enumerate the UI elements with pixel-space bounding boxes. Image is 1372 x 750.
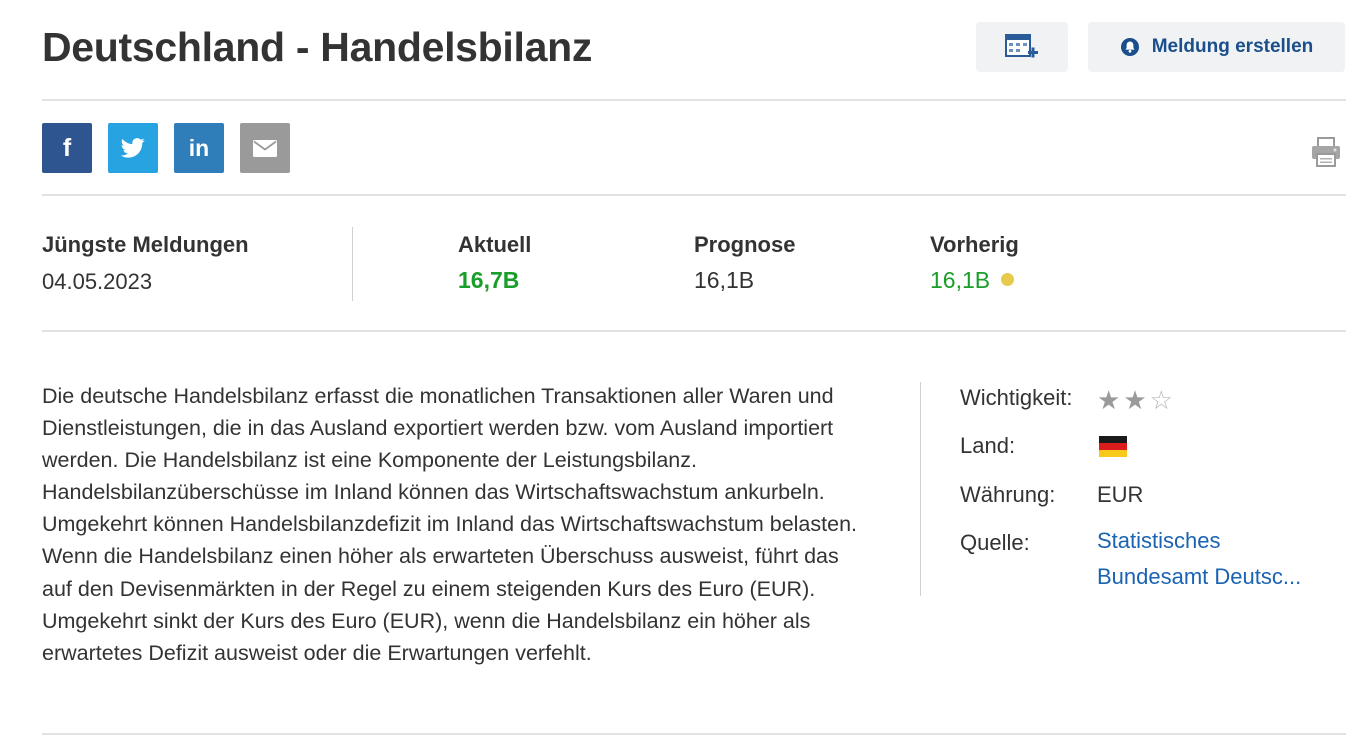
actual-value: 16,7B	[458, 267, 520, 293]
source-link-line1[interactable]: Statistisches	[1097, 523, 1301, 559]
facebook-icon: f	[62, 133, 72, 162]
source-label: Quelle:	[960, 530, 1030, 555]
divider	[42, 99, 1346, 101]
bell-icon	[1120, 38, 1139, 56]
share-twitter-button[interactable]	[108, 123, 158, 173]
importance-rating: ★ ★ ☆	[1097, 386, 1173, 414]
calendar-add-icon	[1005, 34, 1038, 58]
latest-release-date: 04.05.2023	[42, 269, 153, 294]
column-separator	[352, 227, 353, 301]
previous-label: Vorherig	[930, 232, 1019, 257]
twitter-icon	[121, 138, 145, 158]
print-button[interactable]	[1311, 136, 1341, 168]
source-link[interactable]: Statistisches Bundesamt Deutsc...	[1097, 523, 1301, 595]
previous-value-wrap: 16,1B	[930, 267, 1015, 294]
column-separator	[920, 382, 921, 596]
email-icon	[253, 139, 277, 157]
star-empty-icon: ☆	[1149, 385, 1173, 415]
divider	[42, 194, 1346, 196]
create-alert-label: Meldung erstellen	[1151, 36, 1314, 57]
share-facebook-button[interactable]: f	[42, 123, 92, 173]
source-link-line2[interactable]: Bundesamt Deutsc...	[1097, 559, 1301, 595]
latest-release-label: Jüngste Meldungen	[42, 232, 249, 257]
currency-label: Währung:	[960, 482, 1056, 507]
forecast-label: Prognose	[694, 232, 796, 257]
share-linkedin-button[interactable]: in	[174, 123, 224, 173]
divider	[42, 330, 1346, 332]
create-alert-button[interactable]: Meldung erstellen	[1088, 22, 1345, 72]
previous-value: 16,1B	[930, 267, 991, 293]
actual-label: Aktuell	[458, 232, 532, 257]
star-full-icon: ★	[1097, 385, 1121, 415]
forecast-value: 16,1B	[694, 267, 755, 293]
event-description: Die deutsche Handelsbilanz erfasst die m…	[42, 384, 858, 665]
currency-value: EUR	[1097, 482, 1144, 507]
printer-icon	[1312, 137, 1340, 167]
share-email-button[interactable]	[240, 123, 290, 173]
country-label: Land:	[960, 433, 1016, 458]
importance-label: Wichtigkeit:	[960, 385, 1073, 410]
add-to-calendar-button[interactable]	[976, 22, 1068, 72]
revision-dot-icon[interactable]	[1001, 273, 1015, 287]
divider	[42, 733, 1346, 735]
germany-flag-icon	[1099, 436, 1127, 457]
star-full-icon: ★	[1123, 385, 1147, 415]
page-title: Deutschland - Handelsbilanz	[42, 24, 593, 70]
linkedin-icon: in	[188, 134, 210, 161]
